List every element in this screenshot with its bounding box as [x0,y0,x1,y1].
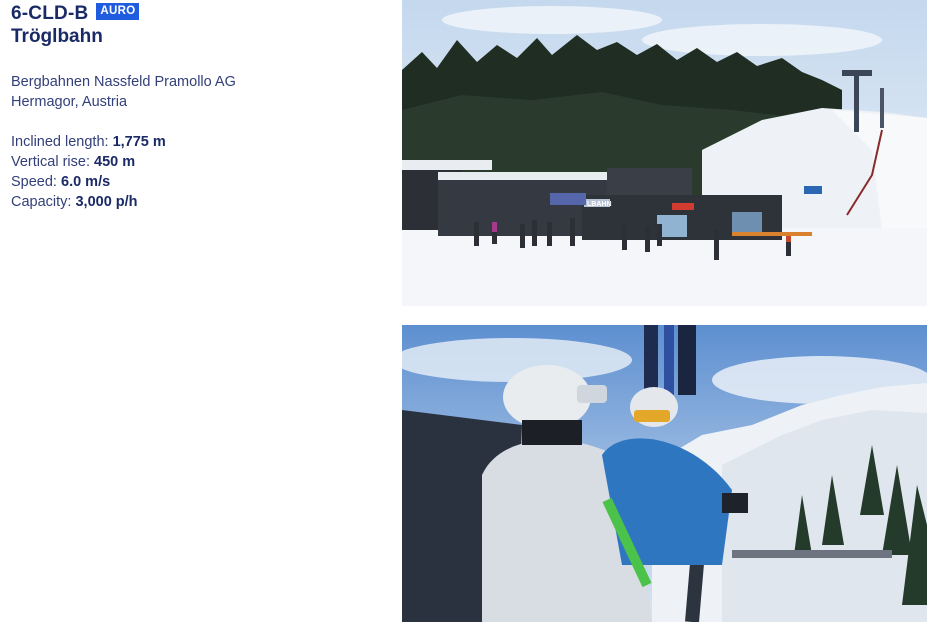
lift-name: Tröglbahn [11,26,103,47]
lift-code-line: 6-CLD-B AURO [11,2,391,24]
chairlift-photo [402,325,927,622]
spec-value: 1,775 m [112,134,166,150]
spec-capacity: Capacity: 3,000 p/h [11,192,391,212]
station-sign-text: LBAHN [587,201,612,208]
spec-value: 3,000 p/h [75,194,138,210]
operator-block: Bergbahnen Nassfeld Pramollo AG Hermagor… [11,72,391,112]
spec-label: Speed: [11,174,61,190]
spec-label: Capacity: [11,194,76,210]
operator-location: Hermagor, Austria [11,94,128,110]
auro-badge: AURO [96,2,140,20]
spec-vertical-rise: Vertical rise: 450 m [11,152,391,172]
station-photo: LBAHN [402,0,927,306]
lift-info-panel: 6-CLD-B AURO Tröglbahn Bergbahnen Nassfe… [11,2,391,212]
spec-label: Inclined length: [11,134,113,150]
lift-code: 6-CLD-B [11,3,89,24]
spec-value: 6.0 m/s [61,174,111,190]
spec-inclined-length: Inclined length: 1,775 m [11,132,391,152]
chairlift-photo-image [402,325,927,622]
spec-speed: Speed: 6.0 m/s [11,172,391,192]
operator-name: Bergbahnen Nassfeld Pramollo AG [11,74,236,90]
station-photo-image: LBAHN [402,0,927,306]
spec-value: 450 m [94,154,136,170]
specs-list: Inclined length: 1,775 m Vertical rise: … [11,132,391,212]
spec-label: Vertical rise: [11,154,94,170]
